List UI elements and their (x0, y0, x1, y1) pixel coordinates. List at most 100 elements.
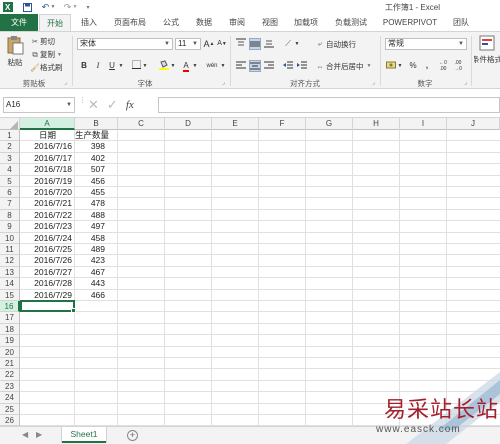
merge-dropdown-icon[interactable]: ▼ (367, 63, 372, 69)
accounting-format-button[interactable] (385, 60, 397, 72)
cell-quantity[interactable]: 466 (75, 290, 105, 301)
decrease-indent-button[interactable] (282, 60, 294, 72)
row-header-13[interactable]: 13 (0, 266, 20, 279)
align-middle-button[interactable] (249, 38, 261, 50)
percent-button[interactable]: % (407, 60, 419, 72)
row-header-16[interactable]: 16 (0, 301, 20, 313)
formula-bar-dots-icon[interactable]: ⋮ (79, 97, 86, 104)
align-left-button[interactable] (235, 60, 247, 72)
row-header-4[interactable]: 4 (0, 164, 20, 176)
add-sheet-button[interactable]: + (127, 430, 138, 441)
sheet-tab-sheet1[interactable]: Sheet1 (62, 427, 106, 443)
select-all-corner[interactable] (0, 118, 20, 130)
cell-a1[interactable]: 日期 (20, 130, 75, 141)
cell-quantity[interactable]: 478 (75, 198, 105, 209)
row-header-7[interactable]: 7 (0, 198, 20, 210)
cell-quantity[interactable]: 455 (75, 187, 105, 198)
cell-date[interactable]: 2016/7/27 (20, 267, 72, 278)
row-header-26[interactable]: 26 (0, 415, 20, 426)
conditional-formatting-button[interactable]: 条件格式 (474, 35, 500, 75)
row-header-14[interactable]: 14 (0, 278, 20, 290)
customize-icon[interactable]: ▾ (84, 1, 92, 13)
orientation-dropdown-icon[interactable]: ▼ (294, 38, 300, 50)
cell-date[interactable]: 2016/7/21 (20, 198, 72, 209)
row-header-17[interactable]: 17 (0, 312, 20, 324)
row-header-15[interactable]: 15 (0, 289, 20, 301)
column-header-i[interactable]: I (400, 118, 447, 130)
row-header-6[interactable]: 6 (0, 187, 20, 199)
cell-quantity[interactable]: 398 (75, 141, 105, 152)
tab-team[interactable]: 团队 (448, 14, 474, 31)
bold-button[interactable]: B (78, 60, 90, 72)
align-center-button[interactable] (249, 60, 261, 72)
cell-date[interactable]: 2016/7/28 (20, 278, 72, 289)
phonetic-button[interactable]: wén (204, 60, 220, 72)
accounting-dropdown-icon[interactable]: ▼ (397, 60, 403, 72)
fill-color-button[interactable] (158, 60, 170, 72)
insert-function-icon[interactable]: fx (126, 99, 134, 111)
number-launcher-icon[interactable]: ⌟ (464, 79, 467, 86)
tab-view[interactable]: 视图 (256, 14, 284, 31)
row-header-19[interactable]: 19 (0, 335, 20, 347)
row-header-3[interactable]: 3 (0, 152, 20, 165)
font-launcher-icon[interactable]: ⌟ (222, 79, 225, 86)
cell-quantity[interactable]: 456 (75, 176, 105, 187)
row-header-25[interactable]: 25 (0, 403, 20, 415)
tab-file[interactable]: 文件 (0, 14, 38, 31)
cell-quantity[interactable]: 458 (75, 233, 105, 244)
grow-font-button[interactable]: A▲ (203, 38, 215, 50)
column-header-g[interactable]: G (306, 118, 353, 130)
cell-date[interactable]: 2016/7/19 (20, 176, 72, 187)
font-color-dropdown-icon[interactable]: ▼ (192, 60, 198, 72)
cell-quantity[interactable]: 488 (75, 210, 105, 221)
align-bottom-button[interactable] (263, 38, 275, 50)
tab-addins[interactable]: 加载项 (289, 14, 323, 31)
cell-quantity[interactable]: 489 (75, 244, 105, 255)
number-format-combo[interactable]: 常规 ▼ (385, 38, 467, 50)
cell-date[interactable]: 2016/7/23 (20, 221, 72, 232)
orientation-button[interactable]: ⟋ (282, 38, 294, 50)
active-cell-selection[interactable] (20, 300, 76, 314)
cell-quantity[interactable]: 443 (75, 278, 105, 289)
underline-dropdown-icon[interactable]: ▼ (118, 60, 124, 72)
italic-button[interactable]: I (92, 60, 104, 72)
cut-button[interactable]: ✂ 剪切 (30, 36, 55, 47)
row-header-10[interactable]: 10 (0, 232, 20, 244)
merge-center-button[interactable]: ⇔ 合并后居中 ▼ (314, 60, 371, 72)
alignment-launcher-icon[interactable]: ⌟ (372, 79, 375, 86)
row-header-5[interactable]: 5 (0, 175, 20, 187)
borders-dropdown-icon[interactable]: ▼ (142, 60, 148, 72)
increase-indent-button[interactable] (296, 60, 308, 72)
wrap-text-button[interactable]: ⤶ 自动换行 (314, 38, 356, 50)
cell-date[interactable]: 2016/7/16 (20, 141, 72, 152)
cell-date[interactable]: 2016/7/17 (20, 153, 72, 164)
tab-load-test[interactable]: 负载测试 (329, 14, 373, 31)
column-header-j[interactable]: J (447, 118, 500, 130)
row-header-8[interactable]: 8 (0, 209, 20, 222)
cell-date[interactable]: 2016/7/18 (20, 164, 72, 175)
cell-quantity[interactable]: 467 (75, 267, 105, 278)
row-header-20[interactable]: 20 (0, 346, 20, 358)
comma-button[interactable]: , (421, 60, 433, 72)
row-header-2[interactable]: 2 (0, 141, 20, 153)
underline-button[interactable]: U (106, 60, 118, 72)
cell-date[interactable]: 2016/7/22 (20, 210, 72, 221)
tab-formulas[interactable]: 公式 (157, 14, 185, 31)
cell-quantity[interactable]: 423 (75, 255, 105, 266)
row-header-9[interactable]: 9 (0, 221, 20, 233)
paste-button[interactable]: 粘贴 (4, 35, 26, 75)
tab-insert[interactable]: 插入 (74, 14, 104, 31)
row-header-18[interactable]: 18 (0, 323, 20, 336)
cell-b1[interactable]: 生产数量 (75, 130, 118, 141)
name-box[interactable]: A16 ▼ (3, 97, 75, 113)
cell-date[interactable]: 2016/7/20 (20, 187, 72, 198)
row-header-21[interactable]: 21 (0, 358, 20, 370)
column-header-h[interactable]: H (353, 118, 400, 130)
row-header-24[interactable]: 24 (0, 392, 20, 404)
cancel-icon[interactable]: ✕ (88, 97, 99, 113)
column-header-a[interactable]: A (20, 118, 75, 130)
chevron-down-icon[interactable]: ▼ (66, 98, 72, 112)
prev-sheet-icon[interactable]: ◀ (22, 430, 28, 439)
row-header-23[interactable]: 23 (0, 380, 20, 393)
copy-dropdown-icon[interactable]: ▼ (57, 52, 62, 58)
